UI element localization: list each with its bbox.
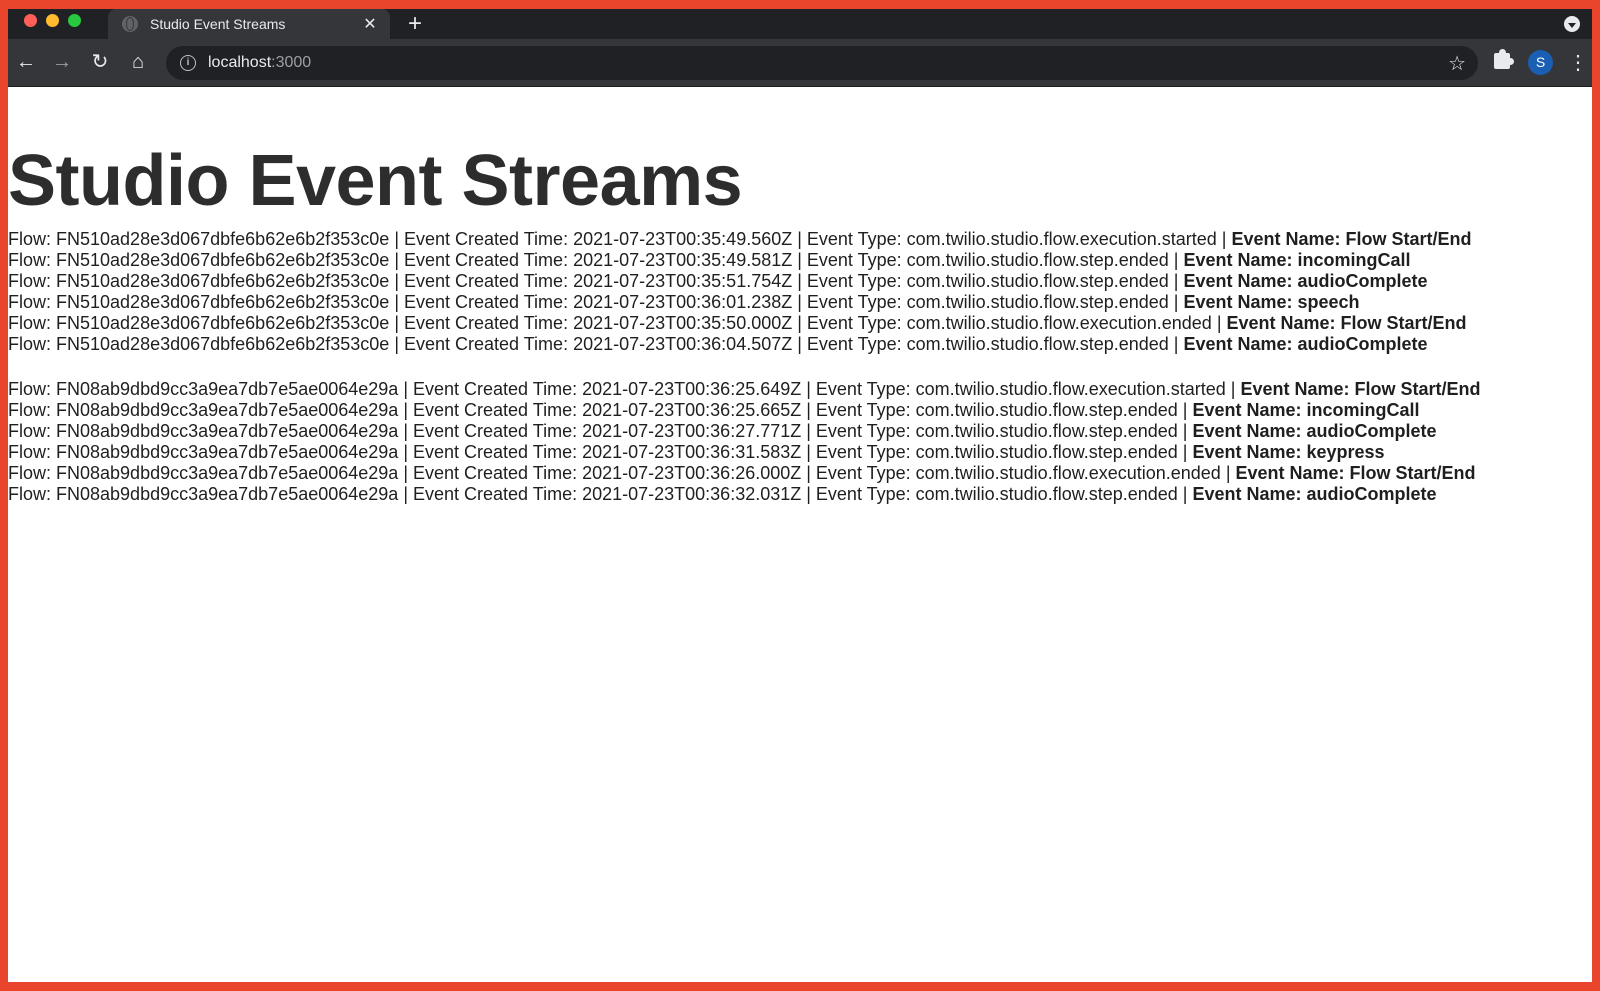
event-name: Event Name: Flow Start/End: [1240, 379, 1481, 399]
profile-avatar[interactable]: S: [1528, 50, 1553, 75]
browser-window: Studio Event Streams ✕ + ← → ↻ ⌂ i local…: [8, 9, 1592, 982]
window-controls: [24, 14, 81, 27]
event-name: Event Name: audioComplete: [1183, 271, 1428, 291]
event-details: Flow: FN08ab9dbd9cc3a9ea7db7e5ae0064e29a…: [8, 379, 1241, 399]
url-port: :3000: [271, 54, 312, 71]
more-menu-icon[interactable]: ⋮: [1568, 50, 1588, 75]
event-row: Flow: FN08ab9dbd9cc3a9ea7db7e5ae0064e29a…: [8, 379, 1592, 400]
event-name: Event Name: audioComplete: [1183, 334, 1428, 354]
event-row: Flow: FN08ab9dbd9cc3a9ea7db7e5ae0064e29a…: [8, 400, 1592, 421]
event-name: Event Name: Flow Start/End: [1226, 313, 1467, 333]
close-window-button[interactable]: [24, 14, 37, 27]
tab-studio-event-streams[interactable]: Studio Event Streams ✕: [108, 9, 390, 39]
page-title: Studio Event Streams: [8, 141, 743, 221]
event-groups: Flow: FN510ad28e3d067dbfe6b62e6b2f353c0e…: [8, 229, 1592, 505]
event-details: Flow: FN510ad28e3d067dbfe6b62e6b2f353c0e…: [8, 229, 1232, 249]
globe-icon: [122, 16, 138, 32]
back-arrow-icon[interactable]: ←: [14, 50, 38, 74]
event-name: Event Name: incomingCall: [1192, 400, 1420, 420]
event-row: Flow: FN510ad28e3d067dbfe6b62e6b2f353c0e…: [8, 313, 1592, 334]
info-icon[interactable]: i: [180, 55, 196, 71]
new-tab-button[interactable]: +: [408, 11, 422, 37]
flow-event-group: Flow: FN510ad28e3d067dbfe6b62e6b2f353c0e…: [8, 229, 1592, 355]
event-row: Flow: FN08ab9dbd9cc3a9ea7db7e5ae0064e29a…: [8, 442, 1592, 463]
event-row: Flow: FN510ad28e3d067dbfe6b62e6b2f353c0e…: [8, 271, 1592, 292]
event-row: Flow: FN08ab9dbd9cc3a9ea7db7e5ae0064e29a…: [8, 484, 1592, 505]
event-details: Flow: FN08ab9dbd9cc3a9ea7db7e5ae0064e29a…: [8, 400, 1193, 420]
minimize-window-button[interactable]: [46, 14, 59, 27]
event-details: Flow: FN08ab9dbd9cc3a9ea7db7e5ae0064e29a…: [8, 484, 1193, 504]
event-details: Flow: FN510ad28e3d067dbfe6b62e6b2f353c0e…: [8, 292, 1184, 312]
flow-event-group: Flow: FN08ab9dbd9cc3a9ea7db7e5ae0064e29a…: [8, 379, 1592, 505]
tab-title: Studio Event Streams: [150, 16, 286, 32]
url-text: localhost:3000: [208, 54, 311, 72]
event-row: Flow: FN08ab9dbd9cc3a9ea7db7e5ae0064e29a…: [8, 463, 1592, 484]
event-details: Flow: FN08ab9dbd9cc3a9ea7db7e5ae0064e29a…: [8, 463, 1236, 483]
close-tab-icon[interactable]: ✕: [362, 14, 378, 34]
extensions-puzzle-icon[interactable]: [1494, 49, 1514, 69]
event-name: Event Name: incomingCall: [1183, 250, 1411, 270]
address-bar[interactable]: i localhost:3000 ☆: [166, 46, 1478, 80]
event-name: Event Name: audioComplete: [1192, 484, 1437, 504]
event-name: Event Name: keypress: [1192, 442, 1385, 462]
event-name: Event Name: Flow Start/End: [1231, 229, 1472, 249]
home-icon[interactable]: ⌂: [126, 50, 150, 74]
event-name: Event Name: Flow Start/End: [1235, 463, 1476, 483]
event-row: Flow: FN510ad28e3d067dbfe6b62e6b2f353c0e…: [8, 229, 1592, 250]
tab-strip: Studio Event Streams ✕ +: [8, 9, 1592, 39]
bookmark-star-icon[interactable]: ☆: [1448, 51, 1466, 76]
forward-arrow-icon[interactable]: →: [50, 50, 74, 74]
event-details: Flow: FN510ad28e3d067dbfe6b62e6b2f353c0e…: [8, 250, 1184, 270]
event-details: Flow: FN08ab9dbd9cc3a9ea7db7e5ae0064e29a…: [8, 421, 1193, 441]
maximize-window-button[interactable]: [68, 14, 81, 27]
event-details: Flow: FN510ad28e3d067dbfe6b62e6b2f353c0e…: [8, 313, 1227, 333]
reload-icon[interactable]: ↻: [88, 50, 112, 74]
event-name: Event Name: speech: [1183, 292, 1360, 312]
browser-toolbar: ← → ↻ ⌂ i localhost:3000 ☆ S ⋮: [8, 39, 1592, 87]
tab-search-icon[interactable]: [1564, 16, 1580, 32]
event-details: Flow: FN510ad28e3d067dbfe6b62e6b2f353c0e…: [8, 271, 1184, 291]
event-row: Flow: FN510ad28e3d067dbfe6b62e6b2f353c0e…: [8, 250, 1592, 271]
event-row: Flow: FN510ad28e3d067dbfe6b62e6b2f353c0e…: [8, 334, 1592, 355]
event-name: Event Name: audioComplete: [1192, 421, 1437, 441]
event-details: Flow: FN08ab9dbd9cc3a9ea7db7e5ae0064e29a…: [8, 442, 1193, 462]
url-host: localhost: [208, 54, 272, 71]
event-row: Flow: FN510ad28e3d067dbfe6b62e6b2f353c0e…: [8, 292, 1592, 313]
page-content: Studio Event Streams Flow: FN510ad28e3d0…: [8, 87, 1592, 982]
event-row: Flow: FN08ab9dbd9cc3a9ea7db7e5ae0064e29a…: [8, 421, 1592, 442]
event-details: Flow: FN510ad28e3d067dbfe6b62e6b2f353c0e…: [8, 334, 1184, 354]
